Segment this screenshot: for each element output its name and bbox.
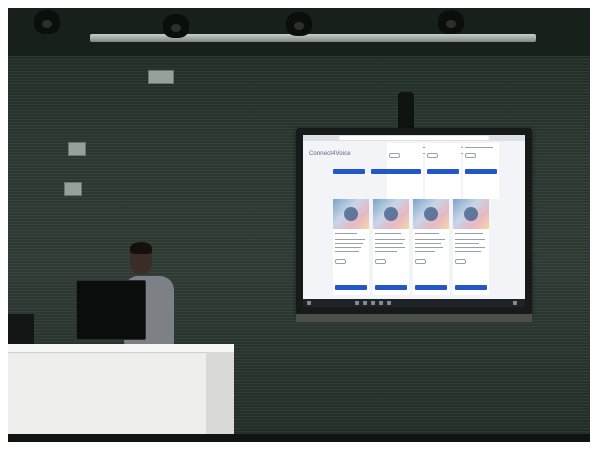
windows-taskbar	[303, 299, 525, 307]
card-text-line	[375, 247, 405, 248]
seat-row	[8, 434, 590, 442]
system-tray-icon	[513, 301, 517, 305]
card-illustration	[373, 199, 409, 229]
card-text-line	[455, 251, 481, 252]
card-top	[463, 143, 499, 199]
taskbar-app-icon	[387, 301, 391, 305]
card-text-line	[335, 251, 359, 252]
course-card	[453, 199, 489, 295]
card-text-line	[455, 243, 479, 244]
card-text-line	[335, 239, 365, 240]
start-icon	[307, 301, 311, 305]
card-text-line	[455, 239, 485, 240]
card-text-line	[415, 247, 443, 248]
podium-side	[206, 352, 234, 442]
address-bar	[339, 136, 489, 140]
taskbar-app-icon	[371, 301, 375, 305]
tag-chip	[415, 259, 426, 264]
card-text-line	[335, 247, 361, 248]
card-text-line	[415, 239, 445, 240]
card-text-line	[335, 233, 357, 234]
tag-chip	[389, 153, 400, 158]
card-text-line	[455, 247, 485, 248]
card-text-line	[415, 251, 435, 252]
webcam	[398, 92, 414, 132]
presenter-hair	[130, 242, 152, 254]
card-text-line	[415, 243, 441, 244]
card-button	[465, 169, 497, 174]
tag-chip	[427, 153, 438, 158]
card-text-line	[415, 233, 439, 234]
card-button	[375, 285, 407, 290]
wall-display: Connect4Voice	[296, 128, 532, 314]
wall-socket	[64, 182, 82, 196]
spotlight	[438, 10, 464, 34]
display-screen: Connect4Voice	[303, 135, 525, 307]
card-illustration	[453, 199, 489, 229]
spotlight	[286, 12, 312, 36]
course-card	[413, 199, 449, 295]
card-text-line	[465, 147, 493, 148]
taskbar-app-icon	[355, 301, 359, 305]
podium	[8, 344, 234, 442]
tag-chip	[335, 259, 346, 264]
card-text-line	[375, 243, 403, 244]
card-button	[427, 169, 459, 174]
card-text-line	[375, 251, 397, 252]
card-text-line	[455, 233, 483, 234]
card-button	[335, 285, 367, 290]
taskbar-app-icon	[363, 301, 367, 305]
desk-monitor	[76, 280, 146, 340]
card-top	[425, 143, 461, 199]
card-text-line	[375, 239, 405, 240]
tag-chip	[455, 259, 466, 264]
spotlight	[163, 14, 189, 38]
card-button	[415, 285, 447, 290]
card-text-line	[335, 243, 363, 244]
site-logo: Connect4Voice	[309, 151, 351, 157]
card-illustration	[413, 199, 449, 229]
card-text-line	[375, 233, 401, 234]
tag-chip	[465, 153, 476, 158]
spotlight	[34, 10, 60, 34]
taskbar-app-icon	[379, 301, 383, 305]
card-illustration	[333, 199, 369, 229]
lecture-room-photo: Connect4Voice	[8, 8, 590, 442]
wall-socket	[68, 142, 86, 156]
display-bezel-bottom	[296, 314, 532, 322]
wall-socket	[148, 70, 174, 84]
card-button	[455, 285, 487, 290]
course-card	[373, 199, 409, 295]
podium-top	[8, 344, 234, 353]
tag-chip	[375, 259, 386, 264]
card-button	[371, 169, 401, 174]
ceiling-light-bar	[90, 34, 536, 42]
card-button	[333, 169, 365, 174]
course-card	[333, 199, 369, 295]
browser-toolbar	[303, 135, 525, 141]
